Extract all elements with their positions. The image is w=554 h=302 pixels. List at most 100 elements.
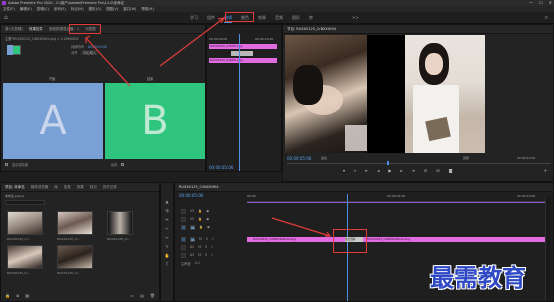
program-fit-select[interactable]: 适合 xyxy=(321,156,327,160)
alignment-select[interactable]: 中心切入 xyxy=(81,50,99,55)
track-v1-lock-icon[interactable]: 🔒 xyxy=(199,225,203,229)
workspace-tab-assembly[interactable]: 组件 xyxy=(207,14,215,23)
tab-effects[interactable]: 效果 xyxy=(77,185,84,190)
new-bin-icon[interactable]: ▭ xyxy=(130,293,134,298)
export-frame-icon[interactable]: ◙ xyxy=(449,168,453,173)
tab-source[interactable]: 源:(无剪辑) xyxy=(5,27,23,32)
menu-help[interactable]: 帮助(H) xyxy=(141,7,153,12)
menu-graphics[interactable]: 图形(G) xyxy=(89,7,101,12)
razor-tool-icon[interactable]: ✂ xyxy=(165,226,170,231)
tab-media-browser[interactable]: 媒体浏览器 xyxy=(31,185,49,190)
play-icon[interactable]: ▶ xyxy=(388,168,391,173)
menu-window[interactable]: 窗口(W) xyxy=(123,7,136,12)
track-v1-label[interactable]: V1 xyxy=(190,224,195,230)
program-quality-select[interactable]: 完整 xyxy=(463,156,469,160)
project-thumbnail-1[interactable] xyxy=(7,211,43,235)
menu-markers[interactable]: 标记(M) xyxy=(71,7,84,12)
track-a1-label[interactable]: A1 xyxy=(190,236,195,242)
mark-in-icon[interactable]: ▾ xyxy=(343,168,345,173)
search-icon[interactable]: ⌕ xyxy=(545,14,548,22)
tab-history[interactable]: 历史记录 xyxy=(103,185,117,190)
project-thumbnail-3[interactable] xyxy=(107,211,133,235)
ec-playhead[interactable] xyxy=(239,34,240,171)
track-v2-eye-icon[interactable]: ◉ xyxy=(206,217,209,221)
tab-project[interactable]: 项目: 未命名 xyxy=(5,185,25,190)
go-to-out-icon[interactable]: ⇥ xyxy=(412,168,415,173)
timeline-timecode[interactable]: 00:00:05:06 xyxy=(179,193,203,198)
lock-icon[interactable]: 🔒 xyxy=(5,293,10,298)
track-v2-toggle[interactable] xyxy=(181,216,186,222)
menu-view[interactable]: 视图(V) xyxy=(106,7,118,12)
workspace-tab-audio[interactable]: 音频 xyxy=(275,14,283,23)
home-icon[interactable]: ⌂ xyxy=(4,15,10,21)
track-select-tool-icon[interactable]: ⇶ xyxy=(165,208,170,213)
workspace-tab-effects[interactable]: 效果 xyxy=(258,14,266,23)
duration-value[interactable]: 00:00:01:00 xyxy=(88,45,107,49)
workspace-tab-libraries[interactable]: 库 xyxy=(309,14,313,23)
track-v1-toggle[interactable] xyxy=(181,224,186,230)
go-to-in-icon[interactable]: ⇤ xyxy=(365,168,368,173)
workspace-more-button[interactable]: >> xyxy=(352,15,359,20)
menu-edit[interactable]: 编辑(E) xyxy=(20,7,32,12)
track-v1-eye-icon[interactable]: ◉ xyxy=(207,225,210,229)
track-a3-toggle[interactable] xyxy=(181,252,186,258)
icon-view-icon[interactable]: ▦ xyxy=(25,293,29,298)
track-a3-mute[interactable]: M xyxy=(198,253,201,257)
tab-effect-controls[interactable]: 效果控件 xyxy=(29,27,43,32)
ec-clip-a[interactable]: RUXX0125_CrBAHI.png xyxy=(209,44,277,49)
program-playhead-marker[interactable] xyxy=(387,161,389,165)
slip-tool-icon[interactable]: ↔ xyxy=(165,235,170,240)
ec-transition-bar[interactable] xyxy=(231,51,253,56)
workspace-tab-learn[interactable]: 学习 xyxy=(190,14,198,23)
pen-tool-icon[interactable]: ✎ xyxy=(165,244,170,249)
extract-icon[interactable]: ⊟ xyxy=(436,168,439,173)
timeline-ruler[interactable]: 00:00 00:00:05:00 00:00:10:00 xyxy=(247,194,547,202)
track-a3-solo[interactable]: S xyxy=(205,253,207,257)
selection-tool-icon[interactable]: ▲ xyxy=(165,199,170,204)
track-v3-eye-icon[interactable]: ◉ xyxy=(206,209,209,213)
project-thumbnail-5[interactable] xyxy=(57,245,93,269)
menu-file[interactable]: 文件(F) xyxy=(3,7,15,12)
step-forward-icon[interactable]: ▸ xyxy=(400,168,402,173)
button-editor-icon[interactable]: + xyxy=(544,168,547,173)
work-area-bar[interactable] xyxy=(247,202,547,203)
reverse-checkbox[interactable] xyxy=(121,163,125,166)
menu-sequence[interactable]: 序列(S) xyxy=(54,7,66,12)
program-timecode[interactable]: 00:00:05:06 xyxy=(287,156,311,161)
program-scrubber[interactable] xyxy=(287,163,551,164)
trash-icon[interactable]: 🗑 xyxy=(150,293,155,298)
project-search-input[interactable] xyxy=(5,200,45,205)
tab-info[interactable]: 信息 xyxy=(64,185,71,190)
track-a2-mute[interactable]: M xyxy=(198,245,201,249)
tab-markers[interactable]: 标记 xyxy=(90,185,97,190)
track-a1-solo[interactable]: S xyxy=(206,237,208,241)
track-v3-lock-icon[interactable]: 🔒 xyxy=(198,209,202,213)
track-v2-lock-icon[interactable]: 🔒 xyxy=(198,217,202,221)
track-a1-mute[interactable]: M xyxy=(199,237,202,241)
track-a1-toggle[interactable] xyxy=(181,236,186,242)
track-v3-toggle[interactable] xyxy=(181,208,186,214)
step-back-icon[interactable]: ◂ xyxy=(377,168,379,173)
ec-clip-b[interactable]: RUXX0125_CrBAHI.png xyxy=(209,58,277,63)
workspace-tab-graphics[interactable]: 图形 xyxy=(292,14,300,23)
tab-libraries[interactable]: 库 xyxy=(54,185,58,190)
hand-tool-icon[interactable]: ✋ xyxy=(165,253,170,258)
program-monitor-title[interactable]: 节目: RUXX0125_CrBXX0HI4 xyxy=(287,27,336,32)
menu-clip[interactable]: 剪辑(C) xyxy=(37,7,49,12)
mark-out-icon[interactable]: ▿ xyxy=(354,168,356,173)
new-item-icon[interactable]: ▤ xyxy=(140,293,144,298)
project-thumbnail-4[interactable] xyxy=(7,245,43,269)
track-a2-solo[interactable]: S xyxy=(205,245,207,249)
master-track-value[interactable]: 0.0 xyxy=(195,261,200,265)
type-tool-icon[interactable]: T xyxy=(165,262,170,267)
list-view-icon[interactable]: ≣ xyxy=(16,293,19,298)
show-actual-sources-checkbox[interactable] xyxy=(5,163,8,166)
track-a2-mic-icon[interactable]: ♪ xyxy=(211,245,213,249)
timeline-sequence-tab[interactable]: RUXX0125_CrBXX0HI4 xyxy=(179,185,219,189)
timeline-clip-right[interactable]: RUXX0125_CrBAHI0a0hdd.png xyxy=(363,237,547,242)
timeline-clip-left[interactable]: RUXX0125_CrBAHI4a4hdd.png xyxy=(247,237,347,242)
track-a1-mic-icon[interactable]: ♪ xyxy=(212,237,214,241)
ripple-edit-tool-icon[interactable]: ⇹ xyxy=(165,217,170,222)
track-a3-mic-icon[interactable]: ♪ xyxy=(211,253,213,257)
lift-icon[interactable]: ⊡ xyxy=(424,168,427,173)
